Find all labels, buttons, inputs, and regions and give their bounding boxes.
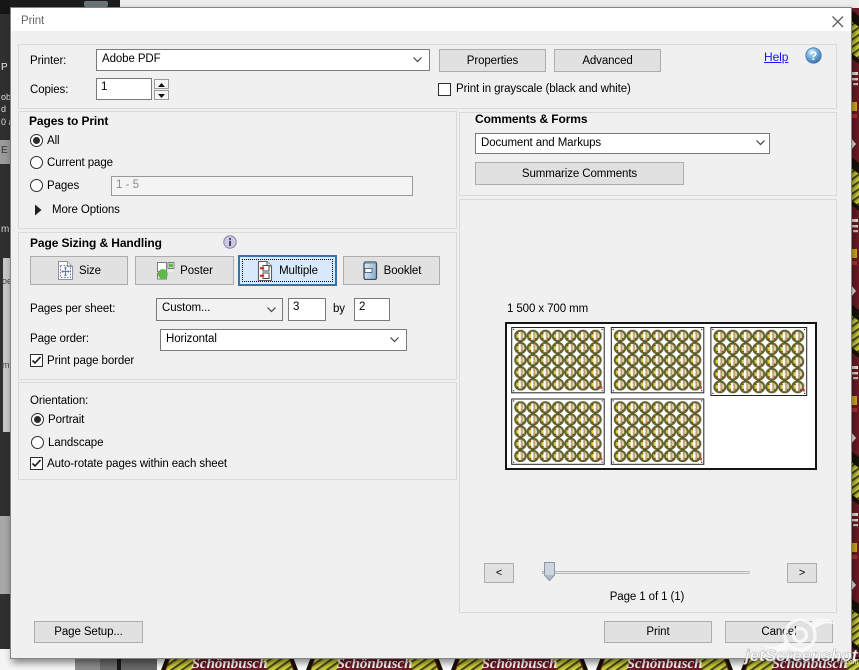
svg-text:jetScreenshot: jetScreenshot <box>743 646 858 665</box>
svg-text:.com: .com <box>844 659 858 666</box>
svg-text:?: ? <box>810 49 817 63</box>
